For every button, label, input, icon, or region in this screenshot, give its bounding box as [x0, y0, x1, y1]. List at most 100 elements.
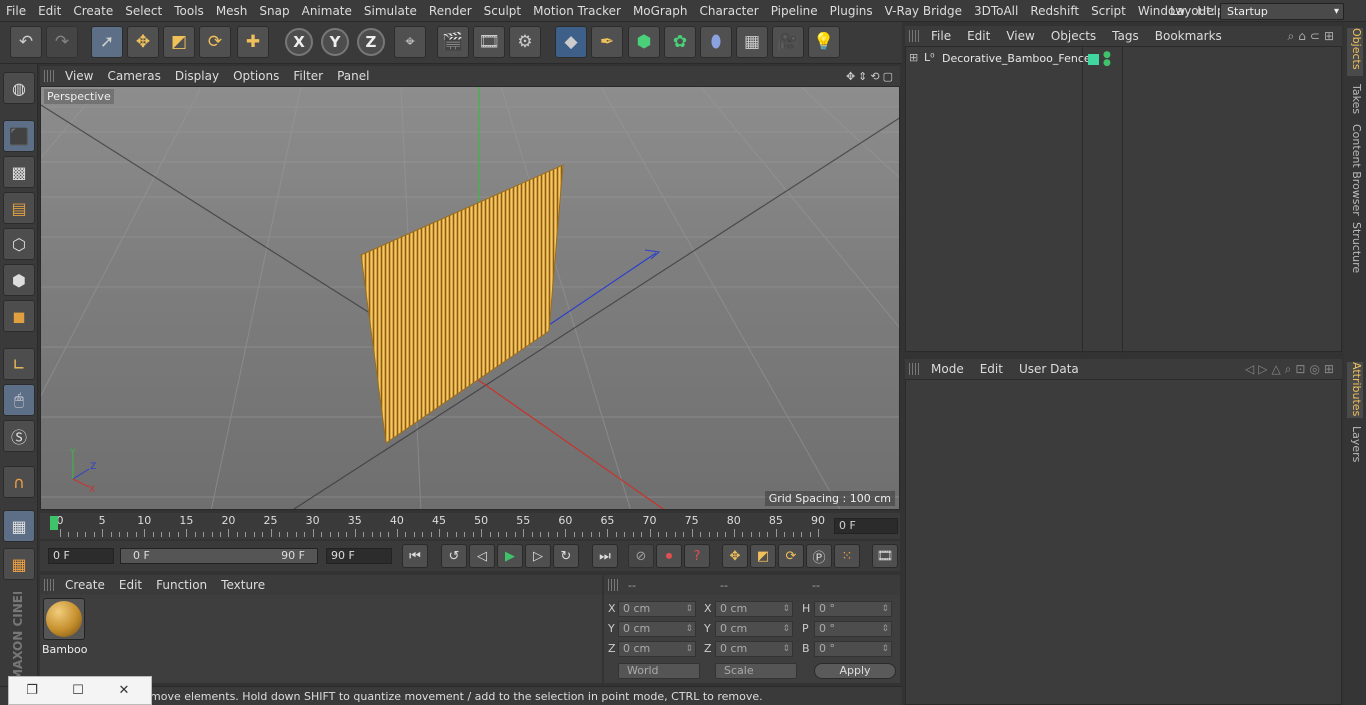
menu-script[interactable]: Script [1085, 0, 1132, 22]
key-rotation-button[interactable]: ⟳ [778, 544, 804, 568]
viewport-nav-icons[interactable]: ✥⇕⟲▢ [846, 70, 896, 83]
menu-pipeline[interactable]: Pipeline [765, 0, 824, 22]
start-frame-field[interactable]: 0 F [48, 548, 114, 564]
locked-workplane-button[interactable]: ▦ [3, 510, 35, 542]
material-menu-texture[interactable]: Texture [214, 578, 272, 592]
coordinate-space-dropdown[interactable]: World [618, 663, 700, 679]
menu-snap[interactable]: Snap [253, 0, 295, 22]
light-button[interactable]: 💡 [808, 26, 840, 58]
material-menu-create[interactable]: Create [58, 578, 112, 592]
pos-y-field[interactable]: 0 cm [618, 621, 696, 637]
size-mode-dropdown[interactable]: Scale [715, 663, 797, 679]
next-keyframe-button[interactable]: ↻ [553, 544, 579, 568]
size-y-field[interactable]: 0 cm [715, 621, 793, 637]
rot-h-field[interactable]: 0 ° [814, 601, 892, 617]
floor-button[interactable]: ▦ [736, 26, 768, 58]
autokey-button[interactable]: ⏺ [656, 544, 682, 568]
key-position-button[interactable]: ✥ [722, 544, 748, 568]
drag-grip-icon[interactable] [909, 30, 919, 42]
coordinate-system-button[interactable]: ⌖ [394, 26, 426, 58]
transform-tool-button[interactable]: ✚ [237, 26, 269, 58]
polygons-mode-button[interactable]: ◼ [3, 300, 35, 332]
apply-button[interactable]: Apply [814, 663, 896, 679]
points-mode-button[interactable]: ⬡ [3, 228, 35, 260]
material-swatch[interactable] [43, 598, 85, 640]
objects-menu-view[interactable]: View [998, 29, 1042, 43]
object-name[interactable]: Decorative_Bamboo_Fence [942, 52, 1091, 65]
z-axis-lock-button[interactable]: Z [357, 28, 385, 56]
make-editable-button[interactable]: ◍ [3, 72, 35, 104]
go-to-end-button[interactable]: ⏭ [592, 544, 618, 568]
axis-mode-button[interactable]: ∟ [3, 348, 35, 380]
live-selection-button[interactable]: ➚ [91, 26, 123, 58]
tab-structure[interactable]: Structure [1347, 222, 1363, 273]
menu-sculpt[interactable]: Sculpt [478, 0, 527, 22]
keyframe-selection-button[interactable]: ? [684, 544, 710, 568]
drag-grip-icon[interactable] [44, 579, 54, 591]
solo-mode-button[interactable]: Ⓢ [3, 420, 35, 452]
frame-ruler[interactable]: 0 5 10 15 20 25 30 35 40 45 50 55 60 65 70 75 80 85 90 [48, 513, 825, 539]
menu-plugins[interactable]: Plugins [824, 0, 879, 22]
menu-mograph[interactable]: MoGraph [627, 0, 694, 22]
layer-color-icon[interactable] [1088, 54, 1099, 65]
render-settings-button[interactable]: ⚙ [509, 26, 541, 58]
drag-grip-icon[interactable] [44, 70, 54, 82]
key-pla-button[interactable]: ⁙ [834, 544, 860, 568]
layout-select[interactable]: Startup [1220, 2, 1344, 20]
menu-select[interactable]: Select [119, 0, 168, 22]
menu-vray-bridge[interactable]: V-Ray Bridge [879, 0, 968, 22]
rot-b-field[interactable]: 0 ° [814, 641, 892, 657]
pen-tool-button[interactable]: ✒ [591, 26, 623, 58]
viewport-perspective[interactable]: Y Z X Perspective Grid Spacing : 100 cm [40, 86, 900, 510]
rot-p-field[interactable]: 0 ° [814, 621, 892, 637]
material-name[interactable]: Bamboo [42, 643, 87, 656]
viewport-menu-panel[interactable]: Panel [330, 69, 376, 83]
viewport-menu-cameras[interactable]: Cameras [100, 69, 167, 83]
scale-tool-button[interactable]: ◩ [163, 26, 195, 58]
subdivision-button[interactable]: ⬢ [628, 26, 660, 58]
key-parameter-button[interactable]: Ⓟ [806, 544, 832, 568]
tab-attributes[interactable]: Attributes [1347, 362, 1363, 418]
drag-grip-icon[interactable] [608, 579, 618, 591]
maximize-button[interactable]: ☐ [55, 683, 101, 698]
model-mode-button[interactable]: ⬛ [3, 120, 35, 152]
menu-mesh[interactable]: Mesh [210, 0, 254, 22]
y-axis-lock-button[interactable]: Y [321, 28, 349, 56]
deformer-button[interactable]: ⬮ [700, 26, 732, 58]
frame-range-slider[interactable]: 0 F 90 F [120, 548, 318, 564]
camera-button[interactable]: 🎥 [772, 26, 804, 58]
previous-frame-button[interactable]: ◁ [469, 544, 495, 568]
end-frame-field[interactable]: 90 F [326, 548, 392, 564]
render-view-button[interactable]: 🎬 [437, 26, 469, 58]
menu-character[interactable]: Character [693, 0, 764, 22]
menu-edit[interactable]: Edit [32, 0, 67, 22]
rotate-tool-button[interactable]: ⟳ [199, 26, 231, 58]
redo-button[interactable]: ↷ [46, 26, 78, 58]
key-scale-button[interactable]: ◩ [750, 544, 776, 568]
snap-button[interactable]: ∩ [3, 466, 35, 498]
viewport-camera-label[interactable]: Perspective [44, 89, 114, 104]
viewport-menu-display[interactable]: Display [168, 69, 226, 83]
attributes-toolbar-icons[interactable]: ◁▷△⌕⊡◎⊞ [1245, 362, 1338, 377]
size-x-field[interactable]: 0 cm [715, 601, 793, 617]
workplane-mode-button[interactable]: ▤ [3, 192, 35, 224]
record-keys-button[interactable]: ⊘ [628, 544, 654, 568]
x-axis-lock-button[interactable]: X [285, 28, 313, 56]
viewport-menu-view[interactable]: View [58, 69, 100, 83]
attributes-menu-user-data[interactable]: User Data [1011, 362, 1087, 376]
objects-menu-bookmarks[interactable]: Bookmarks [1147, 29, 1230, 43]
add-cube-button[interactable]: ◆ [555, 26, 587, 58]
cloner-button[interactable]: ✿ [664, 26, 696, 58]
undo-button[interactable]: ↶ [10, 26, 42, 58]
menu-simulate[interactable]: Simulate [358, 0, 423, 22]
texture-mode-button[interactable]: ▩ [3, 156, 35, 188]
playhead-marker[interactable] [50, 516, 58, 530]
expand-icon[interactable]: ⊞ [909, 51, 918, 64]
planar-workplane-button[interactable]: ▦ [3, 548, 35, 580]
menu-animate[interactable]: Animate [296, 0, 358, 22]
material-menu-function[interactable]: Function [149, 578, 214, 592]
timeline-ruler[interactable]: 0 5 10 15 20 25 30 35 40 45 50 55 60 65 70 75 80 85 90 0 F [40, 513, 900, 539]
drag-grip-icon[interactable] [909, 363, 919, 375]
go-to-start-button[interactable]: ⏮ [402, 544, 428, 568]
viewport-menu-options[interactable]: Options [226, 69, 286, 83]
